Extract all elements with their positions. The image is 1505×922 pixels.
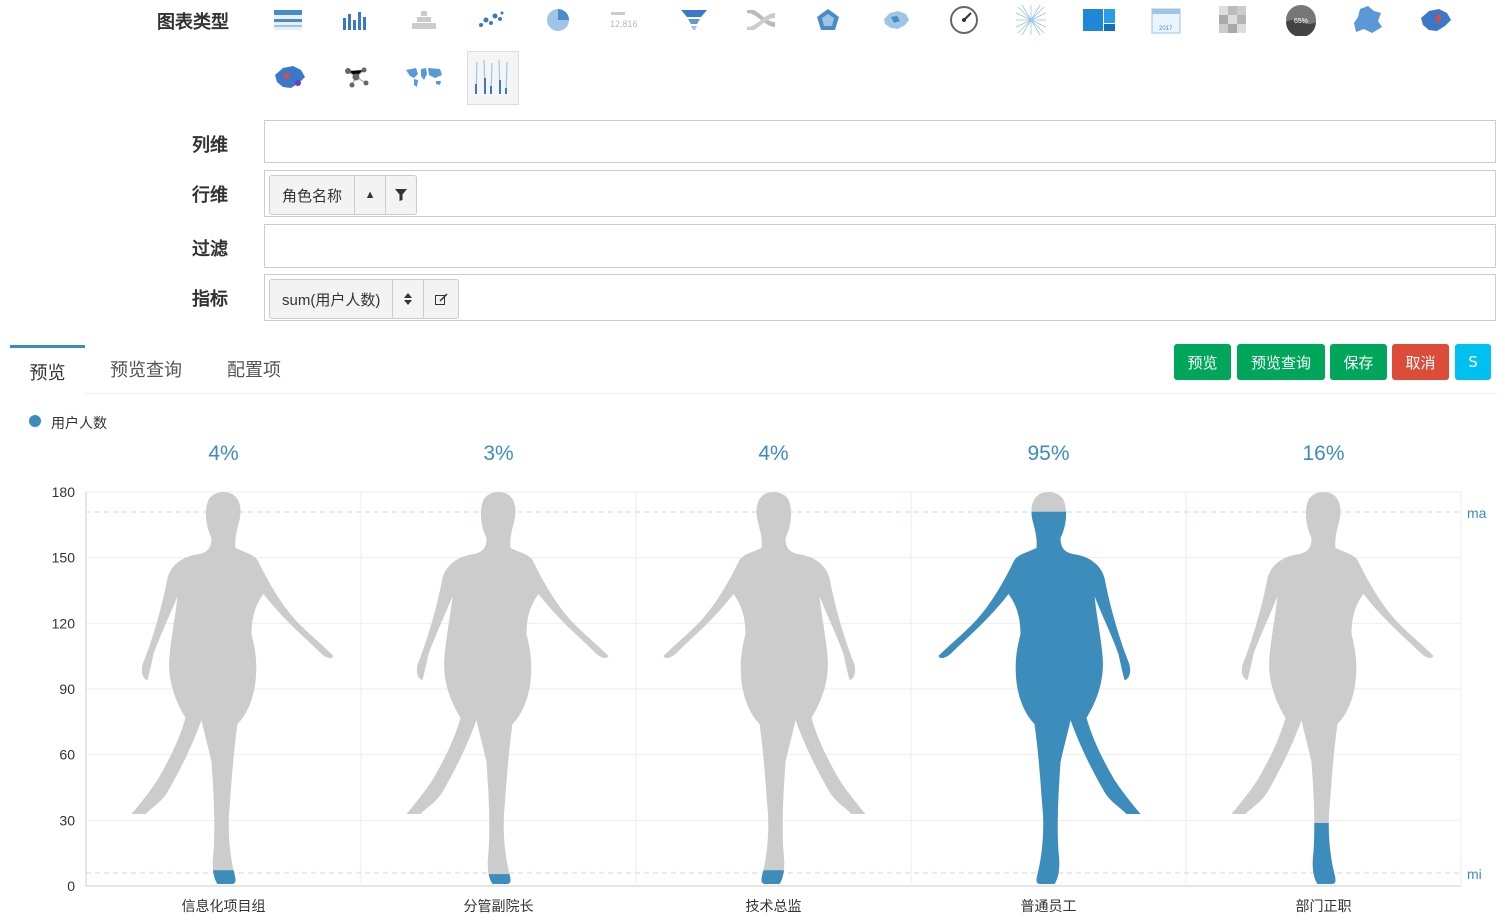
col-dim-label: 列维: [192, 135, 228, 156]
svg-text:2017: 2017: [1159, 26, 1173, 32]
sankey-icon[interactable]: [739, 0, 783, 42]
edit-icon[interactable]: [423, 280, 458, 318]
row-dim-pill-label: 角色名称: [282, 187, 343, 205]
preview-query-button[interactable]: 预览查询: [1237, 344, 1325, 380]
legend-marker[interactable]: [29, 415, 41, 427]
china-map-pin-icon[interactable]: [1414, 0, 1458, 42]
sort-toggle-icon[interactable]: [392, 280, 423, 318]
legend-label[interactable]: 用户人数: [51, 413, 107, 433]
filter-icon[interactable]: [385, 176, 416, 214]
metric-pill-label: sum(用户人数): [282, 291, 381, 309]
liquid-fill-icon[interactable]: 65%: [1279, 0, 1323, 42]
row-dim-pill[interactable]: 角色名称 ▲: [269, 175, 418, 215]
china-map-scatter-icon[interactable]: [268, 55, 312, 99]
table-icon[interactable]: [266, 0, 310, 42]
radar-icon[interactable]: [806, 0, 850, 42]
world-map-icon[interactable]: [402, 55, 446, 99]
bar-chart-icon[interactable]: [334, 0, 378, 42]
gauge-icon[interactable]: [942, 0, 986, 42]
chart-type-label: 图表类型: [157, 12, 229, 33]
pie-chart-icon[interactable]: [536, 0, 580, 42]
sort-asc-icon[interactable]: ▲: [354, 176, 385, 214]
treemap-icon[interactable]: [1077, 0, 1121, 42]
tab-divider: [10, 393, 1497, 394]
svg-text:65%: 65%: [1294, 18, 1308, 25]
scatter-icon[interactable]: [469, 0, 513, 42]
tab-config[interactable]: 配置项: [215, 345, 293, 393]
pyramid-icon[interactable]: [402, 0, 446, 42]
number-icon[interactable]: 12,816: [604, 0, 648, 42]
metric-label: 指标: [192, 289, 228, 310]
tab-preview-query[interactable]: 预览查询: [100, 345, 192, 393]
cancel-button[interactable]: 取消: [1392, 344, 1449, 380]
filter-label: 过滤: [192, 239, 228, 260]
preview-button[interactable]: 预览: [1174, 344, 1231, 380]
metric-pill[interactable]: sum(用户人数): [269, 279, 460, 319]
filter-dropzone[interactable]: [264, 224, 1496, 268]
molecule-icon[interactable]: [334, 55, 378, 99]
col-dim-dropzone[interactable]: [264, 120, 1496, 163]
svg-text:12,816: 12,816: [610, 19, 638, 29]
province-map-icon[interactable]: [1346, 0, 1390, 42]
s-button[interactable]: S: [1455, 344, 1491, 380]
calendar-icon[interactable]: 2017: [1144, 0, 1188, 42]
graph-icon[interactable]: [1009, 0, 1053, 42]
tab-preview[interactable]: 预览: [10, 345, 85, 396]
pictorial-bar-icon[interactable]: [467, 51, 519, 105]
china-map-icon[interactable]: [874, 0, 918, 42]
row-dim-label: 行维: [192, 185, 228, 206]
funnel-icon[interactable]: [672, 0, 716, 42]
row-dim-dropzone[interactable]: [264, 170, 1496, 217]
heatmap-icon[interactable]: [1211, 0, 1255, 42]
save-button[interactable]: 保存: [1330, 344, 1387, 380]
